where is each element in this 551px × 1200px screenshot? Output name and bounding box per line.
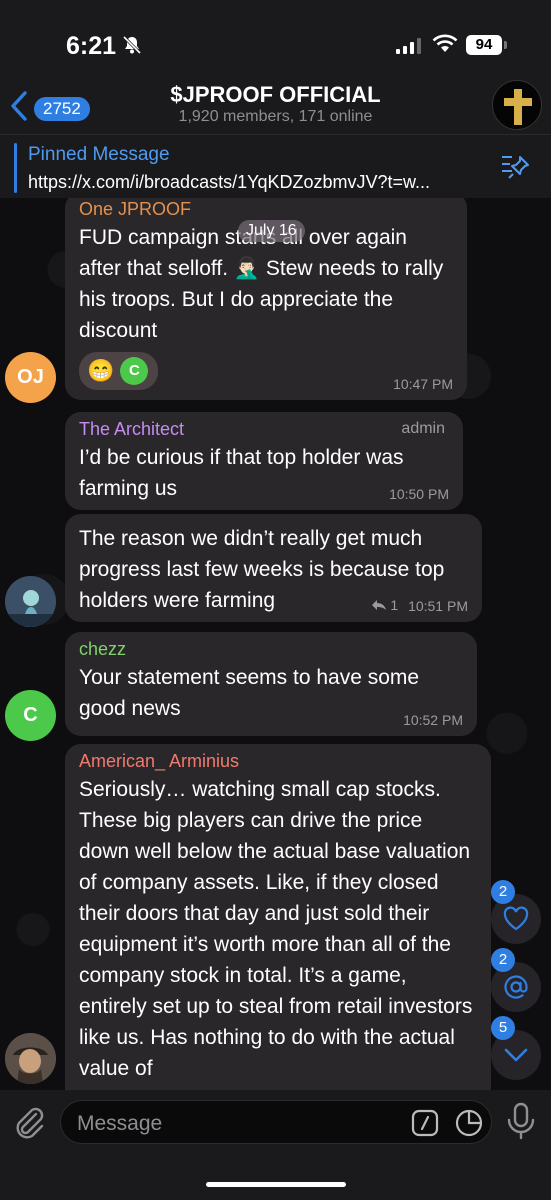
reaction-emoji: 😁: [87, 358, 115, 383]
reactions-jump-button[interactable]: 2: [491, 880, 541, 944]
at-sign-icon: [504, 975, 528, 999]
pinned-message-bar[interactable]: Pinned Message https://x.com/i/broadcast…: [0, 134, 551, 198]
avatar[interactable]: OJ: [5, 352, 56, 403]
avatar-image: [5, 1033, 56, 1084]
avatar-image: [5, 576, 56, 627]
pinned-indicator: [14, 143, 17, 193]
message-input-placeholder: Message: [77, 1112, 163, 1135]
message-text: Seriously… watching small cap stocks. Th…: [79, 778, 473, 1080]
bot-command-icon[interactable]: [411, 1109, 439, 1142]
chevron-down-icon: [504, 1048, 528, 1062]
battery-tip: [504, 41, 507, 49]
chat-subtitle: 1,920 members, 171 online: [178, 108, 373, 125]
message-time: 10:50 PM: [389, 486, 449, 502]
composer-bar: Message: [0, 1090, 551, 1200]
microphone-icon[interactable]: [506, 1102, 536, 1145]
message-meta: 1 10:51 PM: [371, 597, 468, 614]
paperclip-icon[interactable]: [12, 1104, 46, 1145]
chat-title[interactable]: $JPROOF OFFICIAL: [0, 82, 551, 108]
unread-badge: 5: [491, 1016, 515, 1040]
status-bar: 6:21 94: [0, 0, 551, 80]
reply-count-value: 1: [390, 597, 399, 613]
cross-icon: [504, 89, 532, 125]
scroll-down-button[interactable]: 5: [491, 1016, 541, 1080]
avatar[interactable]: C: [5, 690, 56, 741]
chat-header: 2752 $JPROOF OFFICIAL 1,920 members, 171…: [0, 80, 551, 134]
message-bubble[interactable]: The reason we didn’t really get much pro…: [65, 514, 482, 622]
battery-level: 94: [466, 35, 502, 55]
avatar[interactable]: [5, 1033, 56, 1084]
reactions-bar[interactable]: 😁 C: [79, 352, 159, 390]
sticker-icon[interactable]: [455, 1109, 483, 1142]
reaction-user-avatar: C: [120, 357, 149, 385]
admin-badge: admin: [401, 420, 445, 437]
cellular-signal-icon: [396, 38, 424, 59]
message-bubble[interactable]: The Architect admin I’d be curious if th…: [65, 412, 463, 510]
channel-avatar[interactable]: [492, 80, 542, 130]
message-sender: One JPROOF: [79, 199, 192, 219]
message-sender: chezz: [79, 639, 127, 659]
message-sender: American_ Arminius: [79, 751, 240, 771]
bell-muted-icon: [122, 35, 142, 60]
message-bubble[interactable]: chezz Your statement seems to have some …: [65, 632, 477, 736]
reply-count[interactable]: 1: [371, 597, 398, 613]
message-bubble[interactable]: American_ Arminius Seriously… watching s…: [65, 744, 491, 1090]
avatar[interactable]: [5, 576, 56, 627]
mentions-badge: 2: [491, 948, 515, 972]
message-time: 10:52 PM: [403, 712, 463, 728]
status-time: 6:21: [66, 32, 117, 60]
date-chip: July 16: [238, 220, 305, 242]
message-sender: The Architect: [79, 419, 185, 439]
pinned-title: Pinned Message: [28, 144, 170, 165]
wifi-icon: [432, 34, 458, 59]
mentions-jump-button[interactable]: 2: [491, 948, 541, 1012]
message-input[interactable]: Message: [60, 1100, 492, 1144]
pin-list-icon[interactable]: [500, 153, 532, 186]
home-indicator[interactable]: [206, 1182, 346, 1187]
reply-icon: [372, 600, 387, 610]
chat-area[interactable]: One JPROOF FUD campaign starts all over …: [0, 198, 551, 1090]
heart-icon: [503, 906, 529, 931]
pinned-text: https://x.com/i/broadcasts/1YqKDZozbmvJV…: [28, 172, 431, 192]
message-time: 10:47 PM: [393, 376, 453, 392]
message-time: 10:51 PM: [408, 598, 468, 614]
reactions-badge: 2: [491, 880, 515, 904]
